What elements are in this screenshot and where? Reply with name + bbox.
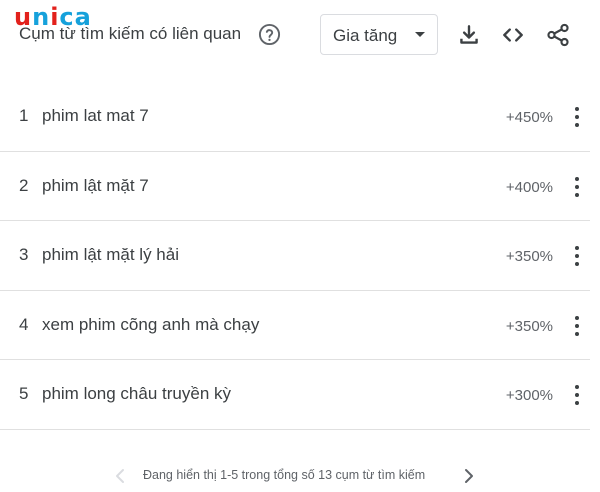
download-icon[interactable] <box>456 22 482 48</box>
pagination-status: Đang hiển thị 1-5 trong tổng số 13 cụm t… <box>143 468 426 482</box>
sort-select[interactable]: Gia tăng <box>320 14 438 55</box>
rank-number: 1 <box>19 106 29 125</box>
growth-value: +300% <box>505 387 553 405</box>
query-term[interactable]: xem phim cõng anh mà chạy <box>42 315 259 335</box>
list-item[interactable]: 5 phim long châu truyền kỳ +300% <box>0 360 590 430</box>
rank-number: 5 <box>19 384 29 404</box>
pagination: Đang hiển thị 1-5 trong tổng số 13 cụm t… <box>0 460 590 492</box>
widget-title: Cụm từ tìm kiếm có liên quan <box>19 24 242 43</box>
caret-down-icon <box>415 32 425 37</box>
widget-header: Cụm từ tìm kiếm có liên quan Gia tăng <box>0 0 600 70</box>
more-vert-icon[interactable] <box>568 176 586 198</box>
sort-select-value: Gia tăng <box>333 26 398 45</box>
growth-value: +350% <box>505 317 553 335</box>
embed-code-icon[interactable] <box>500 22 526 48</box>
chevron-left-icon[interactable] <box>112 466 128 486</box>
related-queries-widget: unica Cụm từ tìm kiếm có liên quan Gia t… <box>0 0 600 492</box>
query-term[interactable]: phim lat mat 7 <box>42 106 149 126</box>
growth-value: +400% <box>505 178 553 196</box>
rank-number: 4 <box>19 314 29 334</box>
list-item[interactable]: 2 phim lật mặt 7 +400% <box>0 152 590 222</box>
chevron-right-icon[interactable] <box>461 466 477 486</box>
query-term[interactable]: phim lật mặt 7 <box>42 176 149 196</box>
more-vert-icon[interactable] <box>568 315 586 337</box>
more-vert-icon[interactable] <box>568 245 586 267</box>
query-term[interactable]: phim long châu truyền kỳ <box>42 384 231 404</box>
query-term[interactable]: phim lật mặt lý hải <box>42 245 179 265</box>
rank-number: 3 <box>19 245 29 265</box>
growth-value: +350% <box>505 248 553 266</box>
growth-value: +450% <box>505 109 553 126</box>
related-queries-list: 1 phim lat mat 7 +450% 2 phim lật mặt 7 … <box>0 82 590 430</box>
list-item[interactable]: 4 xem phim cõng anh mà chạy +350% <box>0 291 590 361</box>
list-item[interactable]: 1 phim lat mat 7 +450% <box>0 82 590 152</box>
more-vert-icon[interactable] <box>568 384 586 406</box>
more-vert-icon[interactable] <box>568 106 586 128</box>
rank-number: 2 <box>19 175 29 195</box>
share-icon[interactable] <box>545 22 571 48</box>
help-circle-icon[interactable] <box>258 23 281 46</box>
list-item[interactable]: 3 phim lật mặt lý hải +350% <box>0 221 590 291</box>
